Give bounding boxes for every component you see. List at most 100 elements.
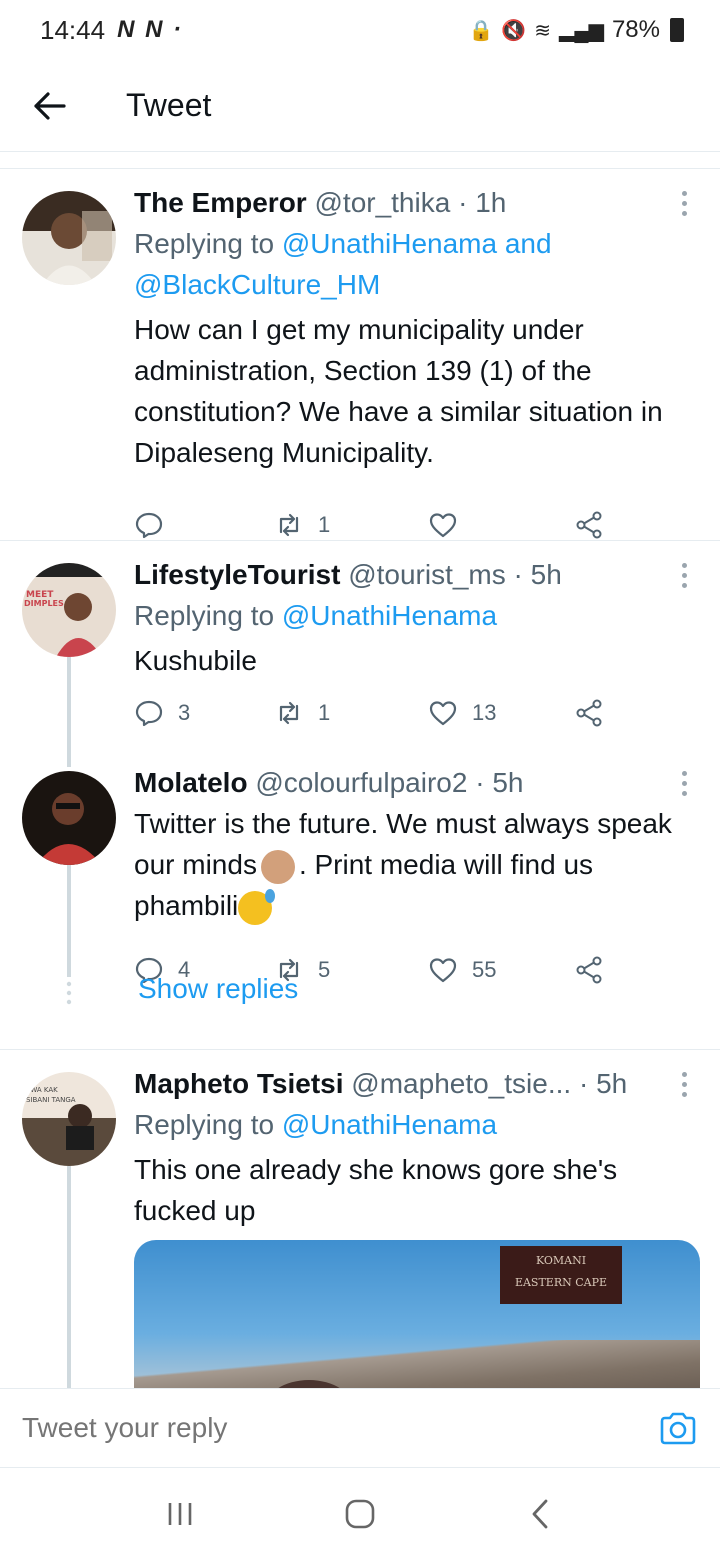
mention-link[interactable]: @UnathiHenama: [282, 600, 497, 631]
avatar[interactable]: [22, 771, 116, 865]
reply-count: 3: [178, 700, 191, 725]
tweet-header: LifestyleTourist @tourist_ms · 5h: [134, 555, 700, 595]
share-icon: [576, 956, 602, 984]
more-dots-icon: [681, 1071, 687, 1077]
media-roof: [134, 1340, 700, 1388]
battery-percent: 78%: [611, 16, 660, 43]
replying-prefix: Replying to: [134, 228, 275, 259]
separator-dot: ·: [458, 187, 468, 218]
thread-line: [67, 865, 71, 977]
media-sign-line1: KOMANI: [535, 1254, 587, 1267]
separator-dot: ·: [513, 559, 523, 590]
like-count: 55: [472, 957, 497, 982]
heart-icon: [429, 701, 457, 726]
tweet-reply-input[interactable]: [22, 1412, 658, 1444]
share-icon: [576, 699, 602, 727]
media-sign: KOMANI EASTERN CAPE: [500, 1246, 622, 1304]
home-button[interactable]: [330, 1484, 390, 1544]
reply-icon: [135, 512, 163, 539]
reply-feed[interactable]: The Emperor @tor_thika · 1h Replying to …: [0, 168, 720, 1388]
replying-prefix: Replying to: [134, 600, 275, 631]
arrow-left-icon: [34, 91, 66, 120]
share-button[interactable]: [574, 510, 604, 540]
like-button[interactable]: 55: [428, 955, 574, 985]
tweet-actions: 3 1 13: [134, 693, 700, 733]
replying-to: Replying to @UnathiHenama: [134, 595, 700, 636]
tweet-text: Twitter is the future. We must always sp…: [134, 803, 700, 926]
tweet-header: Mapheto Tsietsi @mapheto_tsie... · 5h: [134, 1064, 700, 1104]
share-icon: [576, 511, 602, 539]
thread-line: [67, 1166, 71, 1388]
tweet-media-image[interactable]: KOMANI EASTERN CAPE: [134, 1240, 700, 1388]
retweet-button[interactable]: 1: [274, 698, 428, 728]
heart-icon: [429, 958, 457, 983]
share-button[interactable]: [574, 698, 604, 728]
more-options-button[interactable]: [674, 763, 694, 803]
sweat-smile-emoji-icon: [238, 888, 276, 925]
avatar[interactable]: MEET DIMPLES: [22, 563, 116, 657]
wifi-icon: ≋: [534, 19, 552, 42]
more-options-button[interactable]: [674, 183, 694, 223]
retweet-icon: [279, 513, 299, 537]
tweet-card[interactable]: KWA KAK SIBANI TANGA Mapheto Tsietsi @map…: [0, 1050, 720, 1388]
system-nav-bar: [0, 1468, 720, 1560]
share-button[interactable]: [574, 955, 604, 985]
tweet-card[interactable]: Molatelo @colourfulpairo2 · 5h Twitter i…: [0, 749, 720, 1049]
app-header: Tweet: [0, 60, 720, 152]
retweet-count: 5: [318, 957, 331, 982]
tweet-age: 5h: [530, 559, 562, 590]
like-button[interactable]: [428, 510, 574, 540]
user-handle[interactable]: @tourist_ms: [348, 559, 506, 590]
media-sign-line2: EASTERN CAPE: [514, 1276, 608, 1289]
tweet-text: Kushubile: [134, 645, 257, 676]
recent-apps-icon: [168, 1503, 192, 1525]
retweet-button[interactable]: 1: [274, 510, 428, 540]
reply-button[interactable]: 3: [134, 698, 274, 728]
mention-link[interactable]: @UnathiHenama: [282, 1109, 497, 1140]
status-bar: 14:44 N N · 🔒 🔇 ≋ ▂▄▆ 78%: [0, 0, 720, 60]
tweet-card[interactable]: The Emperor @tor_thika · 1h Replying to …: [0, 169, 720, 540]
replying-to: Replying to @UnathiHenama and @BlackCult…: [134, 223, 700, 305]
display-name[interactable]: Mapheto Tsietsi: [134, 1068, 344, 1099]
notification-icons: N N ·: [117, 16, 184, 43]
more-options-button[interactable]: [674, 555, 694, 595]
like-count: 13: [472, 700, 497, 725]
retweet-count: 1: [318, 512, 331, 537]
like-button[interactable]: 13: [428, 698, 574, 728]
tweet-card[interactable]: MEET DIMPLES LifestyleTourist @tourist_ms…: [0, 541, 720, 767]
display-name[interactable]: Molatelo: [134, 767, 248, 798]
replying-prefix: Replying to: [134, 1109, 275, 1140]
system-back-button[interactable]: [510, 1484, 570, 1544]
tweet-text: This one already she knows gore she's fu…: [134, 1154, 618, 1226]
mute-icon: 🔇: [501, 19, 527, 42]
user-handle[interactable]: @tor_thika: [314, 187, 450, 218]
tweet-age: 5h: [492, 767, 524, 798]
back-button[interactable]: [20, 76, 80, 136]
separator-dot: ·: [578, 1068, 589, 1099]
retweet-icon: [279, 701, 299, 725]
tweet-age: 1h: [475, 187, 507, 218]
user-handle[interactable]: @mapheto_tsie...: [351, 1068, 571, 1099]
tweet-actions: 1: [134, 505, 700, 545]
raised-fist-emoji-icon: [260, 849, 295, 884]
camera-icon: [660, 1412, 696, 1445]
avatar[interactable]: KWA KAK SIBANI TANGA: [22, 1072, 116, 1166]
recent-apps-button[interactable]: [150, 1484, 210, 1544]
svg-text:KWA KAK: KWA KAK: [26, 1086, 58, 1094]
retweet-count: 1: [318, 700, 331, 725]
more-dots-icon: [681, 562, 687, 568]
svg-text:DIMPLES: DIMPLES: [24, 599, 64, 608]
battery-icon: [670, 18, 684, 42]
more-options-button[interactable]: [674, 1064, 694, 1104]
status-right: 🔒 🔇 ≋ ▂▄▆ 78%: [468, 16, 684, 44]
camera-button[interactable]: [658, 1408, 698, 1448]
lock-icon: 🔒: [468, 19, 494, 42]
tweet-age: 5h: [596, 1068, 628, 1099]
user-handle[interactable]: @colourfulpairo2: [255, 767, 467, 798]
heart-icon: [429, 513, 457, 538]
show-replies-link[interactable]: Show replies: [138, 973, 298, 1005]
avatar[interactable]: [22, 191, 116, 285]
reply-button[interactable]: [134, 510, 274, 540]
display-name[interactable]: LifestyleTourist: [134, 559, 340, 590]
display-name[interactable]: The Emperor: [134, 187, 307, 218]
